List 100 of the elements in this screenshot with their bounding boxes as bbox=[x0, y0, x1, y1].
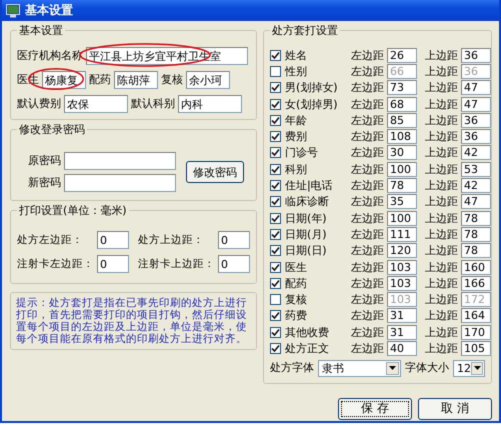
field-label: 左边距 bbox=[351, 308, 385, 324]
checkbox[interactable] bbox=[270, 196, 281, 208]
field-label: 左边距 bbox=[351, 292, 385, 308]
checkbox[interactable] bbox=[270, 245, 281, 256]
field-label: 处方上边距： bbox=[138, 233, 205, 247]
input-field[interactable]: 0 bbox=[97, 231, 129, 249]
checkbox-label: 姓名 bbox=[285, 48, 308, 63]
checkbox-label: 女(划掉男) bbox=[285, 96, 339, 112]
input-field[interactable]: 内科 bbox=[178, 95, 242, 113]
input-field[interactable]: 166 bbox=[461, 276, 491, 291]
field-label: 左边距 bbox=[351, 48, 385, 63]
input-field[interactable]: 42 bbox=[461, 145, 491, 160]
field-label: 上边距 bbox=[425, 129, 459, 144]
input-field[interactable]: 103 bbox=[387, 276, 417, 291]
input-field[interactable]: 78 bbox=[461, 226, 491, 242]
checkbox[interactable] bbox=[270, 326, 281, 338]
input-field[interactable]: 68 bbox=[387, 96, 417, 112]
checkbox[interactable] bbox=[270, 310, 281, 322]
checkbox[interactable] bbox=[270, 114, 281, 126]
input-field[interactable]: 36 bbox=[461, 48, 491, 63]
input-field[interactable]: 36 bbox=[461, 112, 491, 128]
input-field[interactable]: 杨康复 bbox=[42, 71, 86, 89]
input-field[interactable]: 53 bbox=[461, 162, 491, 177]
field-label: 上边距 bbox=[425, 276, 459, 291]
checkbox[interactable] bbox=[270, 180, 281, 192]
input-field[interactable]: 100 bbox=[387, 210, 417, 226]
input-field[interactable]: 105 bbox=[461, 340, 491, 356]
field-label: 左边距 bbox=[351, 162, 385, 177]
app-icon bbox=[6, 4, 20, 18]
input-field[interactable]: 47 bbox=[461, 194, 491, 210]
input-field[interactable]: 0 bbox=[97, 255, 129, 273]
input-field[interactable]: 164 bbox=[461, 308, 491, 324]
change-password-button[interactable]: 修改密码 bbox=[186, 161, 244, 183]
input-field[interactable]: 42 bbox=[461, 178, 491, 194]
input-field[interactable]: 0 bbox=[218, 231, 250, 249]
input-field[interactable] bbox=[64, 174, 176, 192]
input-field[interactable]: 30 bbox=[387, 145, 417, 160]
checkbox[interactable] bbox=[270, 66, 281, 77]
field-label: 上边距 bbox=[425, 162, 459, 177]
group-title: 修改登录密码 bbox=[17, 122, 87, 137]
save-button[interactable]: 保 存 bbox=[338, 398, 412, 420]
input-field[interactable]: 0 bbox=[218, 255, 250, 273]
font-dropdown[interactable]: 隶书 bbox=[318, 360, 401, 377]
field-label: 上边距 bbox=[425, 145, 459, 160]
checkbox-label: 科别 bbox=[285, 162, 308, 177]
field-label: 左边距 bbox=[351, 243, 385, 258]
checkbox[interactable] bbox=[270, 98, 281, 110]
input-field[interactable]: 78 bbox=[387, 178, 417, 194]
field-label: 左边距 bbox=[351, 64, 385, 79]
checkbox-label: 门诊号 bbox=[285, 145, 319, 160]
input-field[interactable]: 108 bbox=[387, 129, 417, 144]
checkbox[interactable] bbox=[270, 164, 281, 175]
checkbox-label: 复核 bbox=[285, 292, 308, 308]
checkbox[interactable] bbox=[270, 228, 281, 240]
checkbox-label: 配药 bbox=[285, 276, 308, 291]
field-label: 左边距 bbox=[351, 80, 385, 96]
input-field[interactable]: 31 bbox=[387, 324, 417, 340]
input-field[interactable]: 40 bbox=[387, 340, 417, 356]
input-field[interactable]: 47 bbox=[461, 96, 491, 112]
field-label: 处方左边距： bbox=[17, 233, 84, 247]
input-field[interactable]: 170 bbox=[461, 324, 491, 340]
input-field[interactable] bbox=[64, 152, 176, 170]
input-field[interactable]: 36 bbox=[461, 129, 491, 144]
checkbox[interactable] bbox=[270, 342, 281, 354]
field-label: 左边距 bbox=[351, 226, 385, 242]
input-field[interactable]: 111 bbox=[387, 226, 417, 242]
input-field[interactable]: 35 bbox=[387, 194, 417, 210]
size-dropdown[interactable]: 12 bbox=[453, 360, 485, 377]
field-label: 上边距 bbox=[425, 112, 459, 128]
input-field[interactable]: 78 bbox=[461, 243, 491, 258]
checkbox[interactable] bbox=[270, 147, 281, 158]
field-label: 左边距 bbox=[351, 340, 385, 356]
checkbox-label: 日期(年) bbox=[285, 210, 328, 226]
input-field[interactable]: 103 bbox=[387, 260, 417, 274]
field-label: 字体大小 bbox=[405, 361, 449, 376]
input-field[interactable]: 73 bbox=[387, 80, 417, 96]
field-label: 原密码 bbox=[27, 154, 61, 168]
group-title: 打印设置(单位：毫米) bbox=[17, 203, 129, 218]
input-field[interactable]: 100 bbox=[387, 162, 417, 177]
checkbox[interactable] bbox=[270, 82, 281, 94]
input-field[interactable]: 85 bbox=[387, 112, 417, 128]
input-field[interactable]: 31 bbox=[387, 308, 417, 324]
checkbox[interactable] bbox=[270, 50, 281, 61]
checkbox[interactable] bbox=[270, 278, 281, 289]
input-field[interactable]: 农保 bbox=[64, 95, 128, 113]
field-label: 左边距 bbox=[351, 96, 385, 112]
input-field[interactable]: 120 bbox=[387, 243, 417, 258]
input-field[interactable]: 陈胡萍 bbox=[114, 71, 158, 89]
checkbox[interactable] bbox=[270, 294, 281, 306]
checkbox[interactable] bbox=[270, 212, 281, 224]
checkbox-label: 临床诊断 bbox=[285, 194, 330, 210]
cancel-button[interactable]: 取 消 bbox=[418, 398, 492, 420]
input-field[interactable]: 160 bbox=[461, 260, 491, 274]
checkbox-label: 医生 bbox=[285, 260, 308, 274]
checkbox[interactable] bbox=[270, 262, 281, 272]
input-field[interactable]: 26 bbox=[387, 48, 417, 63]
input-field[interactable]: 余小珂 bbox=[186, 71, 230, 89]
input-field[interactable]: 47 bbox=[461, 80, 491, 96]
checkbox[interactable] bbox=[270, 131, 281, 142]
input-field[interactable]: 78 bbox=[461, 210, 491, 226]
